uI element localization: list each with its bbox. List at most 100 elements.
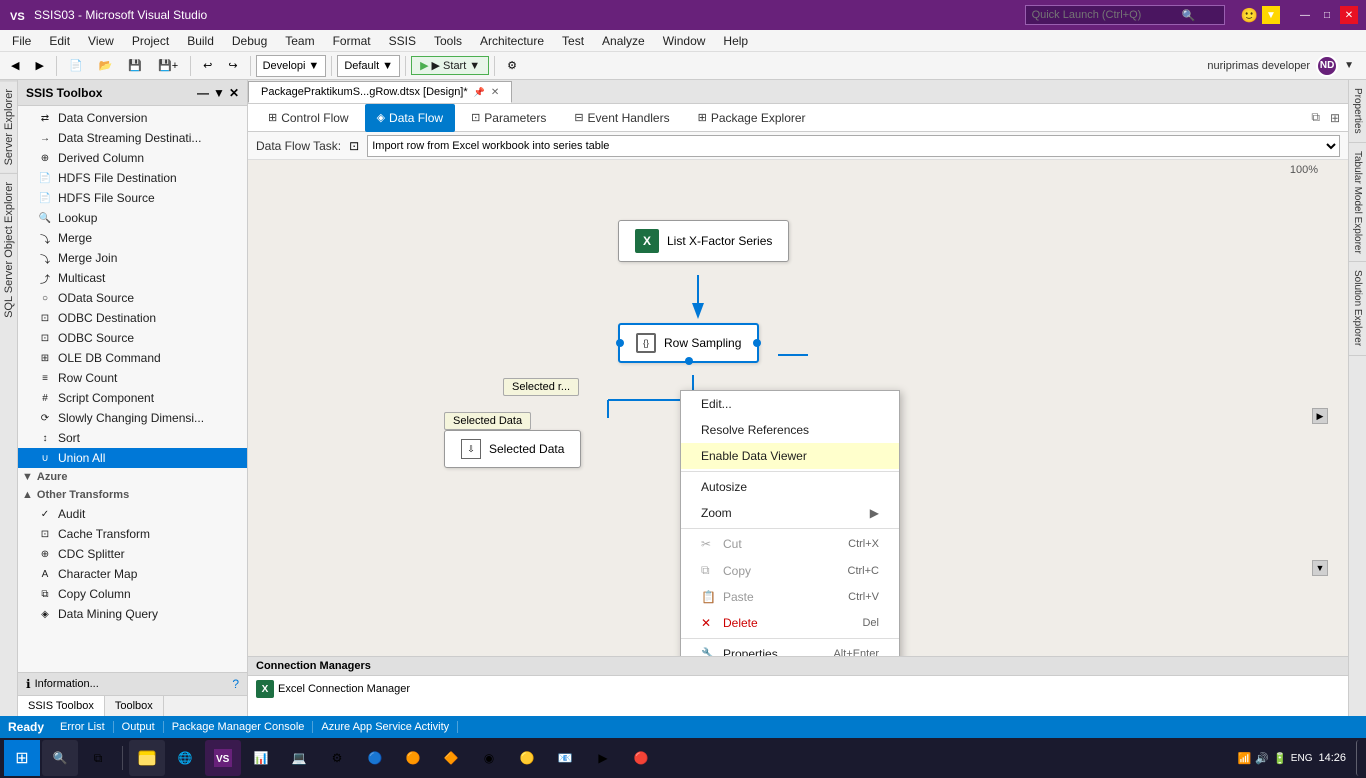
toolbox-section-other-transforms[interactable]: ▲Other Transforms bbox=[18, 486, 247, 504]
show-desktop-button[interactable] bbox=[1356, 740, 1362, 776]
ctx-delete[interactable]: ✕ Delete Del bbox=[681, 610, 899, 636]
toolbox-section-azure[interactable]: ▼Azure bbox=[18, 468, 247, 486]
control-flow-tab[interactable]: ⊞ Control Flow bbox=[256, 104, 361, 132]
menu-item-help[interactable]: Help bbox=[715, 32, 756, 50]
data-flow-tab[interactable]: ◈ Data Flow bbox=[365, 104, 456, 132]
selected-data-node[interactable]: ⇩ Selected Data bbox=[444, 430, 581, 468]
toolbox-item-merge[interactable]: ⤵Merge bbox=[18, 228, 247, 248]
menu-item-view[interactable]: View bbox=[80, 32, 122, 50]
toolbox-item-lookup[interactable]: 🔍Lookup bbox=[18, 208, 247, 228]
redo-button[interactable]: ↪ bbox=[221, 55, 244, 77]
new-project-button[interactable]: 📄 bbox=[62, 55, 90, 77]
taskbar-app1[interactable]: 📊 bbox=[243, 740, 279, 776]
grid-icon[interactable]: ⊞ bbox=[1330, 111, 1340, 125]
scroll-down[interactable]: ▼ bbox=[1312, 560, 1328, 576]
ctx-resolve-refs[interactable]: Resolve References bbox=[681, 417, 899, 443]
toolbox-item-sort[interactable]: ↕Sort bbox=[18, 428, 247, 448]
active-doc-tab[interactable]: PackagePraktikumS...gRow.dtsx [Design]* … bbox=[248, 81, 512, 103]
save-button[interactable]: 💾 bbox=[121, 55, 149, 77]
toolbox-close-icon[interactable]: ✕ bbox=[229, 86, 239, 100]
back-button[interactable]: ◀ bbox=[4, 55, 26, 77]
toolbox-item-script-component[interactable]: #Script Component bbox=[18, 388, 247, 408]
taskbar-app6[interactable]: 🔶 bbox=[433, 740, 469, 776]
toolbox-tab[interactable]: Toolbox bbox=[105, 696, 164, 716]
excel-source-node[interactable]: X List X-Factor Series bbox=[618, 220, 789, 262]
menu-item-build[interactable]: Build bbox=[179, 32, 222, 50]
toolbox-item-derived-column[interactable]: ⊕Derived Column bbox=[18, 148, 247, 168]
toolbox-item-odata-source[interactable]: ○OData Source bbox=[18, 288, 247, 308]
row-sampling-node[interactable]: {} Row Sampling bbox=[618, 323, 759, 363]
taskbar-app4[interactable]: 🔵 bbox=[357, 740, 393, 776]
taskbar-vs[interactable]: VS bbox=[205, 740, 241, 776]
menu-item-format[interactable]: Format bbox=[325, 32, 379, 50]
menu-item-ssis[interactable]: SSIS bbox=[381, 32, 424, 50]
taskbar-app7[interactable]: ◉ bbox=[471, 740, 507, 776]
battery-icon[interactable]: 🔋 bbox=[1273, 752, 1287, 765]
error-list-tab[interactable]: Error List bbox=[52, 721, 114, 733]
scroll-right[interactable]: ▶ bbox=[1312, 408, 1328, 424]
system-clock[interactable]: 14:26 bbox=[1318, 752, 1354, 764]
toolbox-item-cache-transform[interactable]: ⊡Cache Transform bbox=[18, 524, 247, 544]
forward-button[interactable]: ▶ bbox=[28, 55, 50, 77]
toolbox-item-union-all[interactable]: ∪Union All bbox=[18, 448, 247, 468]
toolbox-item-multicast[interactable]: ⤴Multicast bbox=[18, 268, 247, 288]
toolbox-item-ole-db-command[interactable]: ⊞OLE DB Command bbox=[18, 348, 247, 368]
toolbox-menu-icon[interactable]: ▼ bbox=[213, 86, 225, 100]
user-chevron[interactable]: ▼ bbox=[1344, 60, 1354, 71]
doc-tab-close[interactable]: ✕ bbox=[491, 87, 499, 98]
server-explorer-tab[interactable]: Server Explorer bbox=[0, 80, 17, 173]
toolbox-item-merge-join[interactable]: ⤵Merge Join bbox=[18, 248, 247, 268]
default-dropdown[interactable]: Default ▼ bbox=[337, 55, 400, 77]
package-explorer-tab[interactable]: ⊞ Package Explorer bbox=[686, 104, 818, 132]
taskbar-search[interactable]: 🔍 bbox=[42, 740, 78, 776]
task-dropdown[interactable]: Import row from Excel workbook into seri… bbox=[367, 135, 1340, 157]
ctx-copy[interactable]: ⧉ Copy Ctrl+C bbox=[681, 557, 899, 584]
help-icon[interactable]: ? bbox=[232, 677, 239, 691]
solution-explorer-tab[interactable]: Solution Explorer bbox=[1349, 262, 1366, 355]
taskbar-task-view[interactable]: ⧉ bbox=[80, 740, 116, 776]
toolbox-item-data-streaming-destinati[interactable]: →Data Streaming Destinati... bbox=[18, 128, 247, 148]
doc-tab-pin[interactable]: 📌 bbox=[474, 87, 485, 98]
taskbar-app5[interactable]: 🟠 bbox=[395, 740, 431, 776]
menu-item-window[interactable]: Window bbox=[655, 32, 714, 50]
azure-activity-tab[interactable]: Azure App Service Activity bbox=[313, 721, 458, 733]
ctx-autosize[interactable]: Autosize bbox=[681, 474, 899, 500]
ctx-enable-data-viewer[interactable]: Enable Data Viewer bbox=[681, 443, 899, 469]
excel-conn-item[interactable]: X Excel Connection Manager bbox=[256, 680, 410, 698]
open-button[interactable]: 📂 bbox=[92, 55, 120, 77]
design-canvas[interactable]: X List X-Factor Series {} Row Sampling S… bbox=[248, 160, 1348, 656]
ctx-edit[interactable]: Edit... bbox=[681, 391, 899, 417]
toolbox-item-data-mining-query[interactable]: ◈Data Mining Query bbox=[18, 604, 247, 624]
ctx-zoom[interactable]: Zoom ▶ bbox=[681, 500, 899, 526]
event-handlers-tab[interactable]: ⊟ Event Handlers bbox=[562, 104, 681, 132]
save-all-button[interactable]: 💾+ bbox=[151, 55, 185, 77]
parameters-tab[interactable]: ⊡ Parameters bbox=[459, 104, 558, 132]
toolbox-item-odbc-destination[interactable]: ⊡ODBC Destination bbox=[18, 308, 247, 328]
toolbox-item-odbc-source[interactable]: ⊡ODBC Source bbox=[18, 328, 247, 348]
user-avatar[interactable]: ND bbox=[1316, 55, 1338, 77]
restore-button[interactable]: □ bbox=[1318, 6, 1336, 24]
sql-server-tab[interactable]: SQL Server Object Explorer bbox=[0, 173, 17, 326]
toolbox-item-cdc-splitter[interactable]: ⊕CDC Splitter bbox=[18, 544, 247, 564]
toolbox-item-data-conversion[interactable]: ⇄Data Conversion bbox=[18, 108, 247, 128]
toolbox-pin-icon[interactable]: — bbox=[197, 86, 209, 100]
develop-dropdown[interactable]: Developi ▼ bbox=[256, 55, 327, 77]
toolbox-item-hdfs-file-source[interactable]: 📄HDFS File Source bbox=[18, 188, 247, 208]
taskbar-app2[interactable]: 💻 bbox=[281, 740, 317, 776]
toolbox-item-hdfs-file-destination[interactable]: 📄HDFS File Destination bbox=[18, 168, 247, 188]
taskbar-app3[interactable]: ⚙ bbox=[319, 740, 355, 776]
menu-item-edit[interactable]: Edit bbox=[41, 32, 78, 50]
close-button[interactable]: ✕ bbox=[1340, 6, 1358, 24]
minimize-button[interactable]: — bbox=[1296, 6, 1314, 24]
ctx-cut[interactable]: ✂ Cut Ctrl+X bbox=[681, 531, 899, 557]
taskbar-app9[interactable]: 📧 bbox=[547, 740, 583, 776]
lang-icon[interactable]: ENG bbox=[1291, 753, 1313, 764]
taskbar-app8[interactable]: 🟡 bbox=[509, 740, 545, 776]
menu-item-analyze[interactable]: Analyze bbox=[594, 32, 653, 50]
menu-item-file[interactable]: File bbox=[4, 32, 39, 50]
ctx-paste[interactable]: 📋 Paste Ctrl+V bbox=[681, 584, 899, 610]
toolbox-item-audit[interactable]: ✓Audit bbox=[18, 504, 247, 524]
menu-item-team[interactable]: Team bbox=[277, 32, 322, 50]
menu-item-debug[interactable]: Debug bbox=[224, 32, 275, 50]
tabular-model-tab[interactable]: Tabular Model Explorer bbox=[1349, 143, 1366, 263]
